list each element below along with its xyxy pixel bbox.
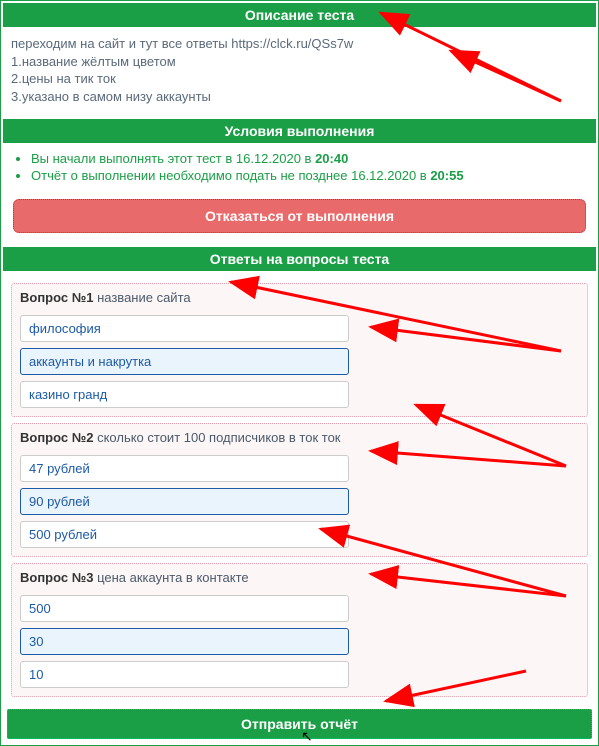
question-header: Вопрос №3 цена аккаунта в контакте [12, 564, 587, 591]
answer-option[interactable]: философия [20, 315, 349, 342]
question-header: Вопрос №1 название сайта [12, 284, 587, 311]
question-box: Вопрос №3 цена аккаунта в контакте 500 3… [11, 563, 588, 697]
answer-option[interactable]: 500 рублей [20, 521, 349, 548]
description-line: переходим на сайт и тут все ответы https… [11, 35, 588, 53]
submit-button[interactable]: Отправить отчёт [7, 709, 592, 739]
description-line: 1.название жёлтым цветом [11, 53, 588, 71]
answer-option[interactable]: казино гранд [20, 381, 349, 408]
description-line: 3.указано в самом низу аккаунты [11, 88, 588, 106]
conditions-body: Вы начали выполнять этот тест в 16.12.20… [3, 143, 596, 195]
decline-button[interactable]: Отказаться от выполнения [13, 199, 586, 233]
answer-option[interactable]: 30 [20, 628, 349, 655]
answer-option[interactable]: 90 рублей [20, 488, 349, 515]
answers-header: Ответы на вопросы теста [3, 247, 596, 271]
answer-option[interactable]: аккаунты и накрутка [20, 348, 349, 375]
answer-option[interactable]: 47 рублей [20, 455, 349, 482]
answer-option[interactable]: 500 [20, 595, 349, 622]
description-line: 2.цены на тик ток [11, 70, 588, 88]
question-header: Вопрос №2 сколько стоит 100 подписчиков … [12, 424, 587, 451]
description-body: переходим на сайт и тут все ответы https… [3, 27, 596, 119]
condition-item: Отчёт о выполнении необходимо подать не … [31, 168, 588, 183]
answer-option[interactable]: 10 [20, 661, 349, 688]
question-box: Вопрос №1 название сайта философия аккау… [11, 283, 588, 417]
conditions-header: Условия выполнения [3, 119, 596, 143]
condition-item: Вы начали выполнять этот тест в 16.12.20… [31, 151, 588, 166]
description-header: Описание теста [3, 3, 596, 27]
question-box: Вопрос №2 сколько стоит 100 подписчиков … [11, 423, 588, 557]
